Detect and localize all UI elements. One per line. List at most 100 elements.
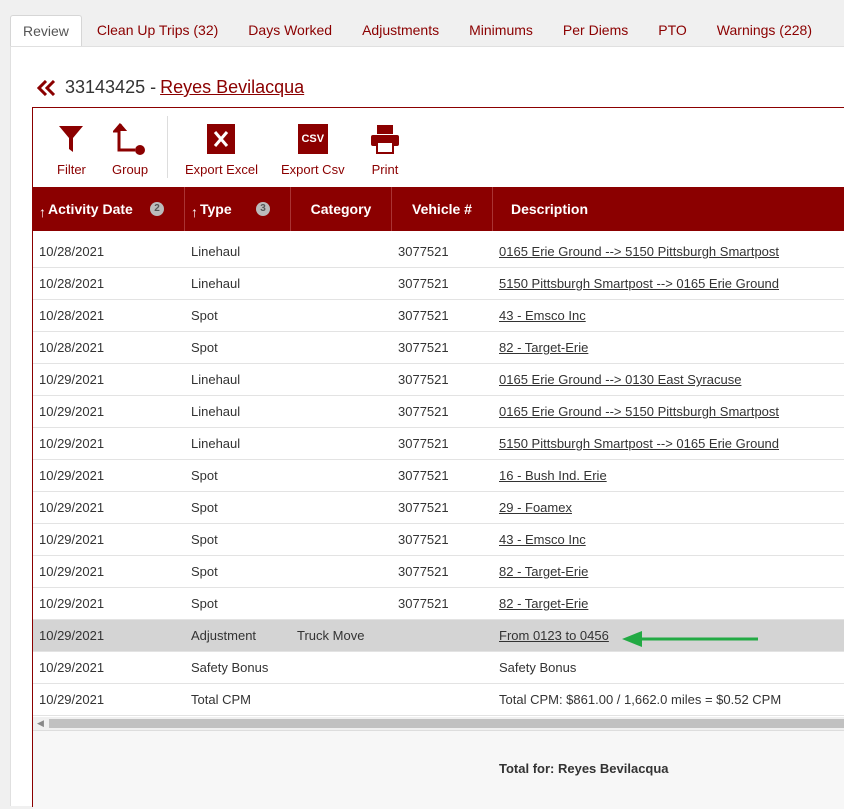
cell-vehicle: 3077521 (398, 532, 449, 547)
cell-activity-date: 10/29/2021 (39, 436, 105, 451)
tab-review[interactable]: Review (10, 15, 82, 46)
cell-description-link[interactable]: 82 - Target-Erie (499, 332, 588, 363)
employee-name-link[interactable]: Reyes Bevilacqua (160, 77, 304, 98)
tab-clean-up-trips[interactable]: Clean Up Trips (32) (82, 15, 233, 46)
cell-vehicle: 3077521 (398, 404, 449, 419)
scrollbar-thumb[interactable] (49, 719, 844, 728)
col-type-label: Type (200, 201, 232, 217)
col-category[interactable]: Category (291, 187, 392, 231)
cell-activity-date: 10/29/2021 (39, 532, 105, 547)
print-button[interactable]: Print (370, 122, 400, 177)
filter-label: Filter (57, 162, 86, 177)
group-button[interactable]: Group (112, 122, 148, 177)
cell-activity-date: 10/29/2021 (39, 660, 105, 675)
cell-type: Spot (191, 564, 218, 579)
annotation-arrow-icon (622, 631, 758, 647)
page-title: 33143425 - Reyes Bevilacqua (37, 77, 304, 98)
cell-description-link[interactable]: 29 - Foamex (499, 492, 572, 523)
table-row[interactable]: 10/29/2021 Spot 3077521 43 - Emsco Inc (33, 524, 844, 556)
back-chevrons-icon[interactable] (37, 79, 57, 96)
cell-activity-date: 10/28/2021 (39, 276, 105, 291)
cell-vehicle: 3077521 (398, 468, 449, 483)
table-row[interactable]: 10/29/2021 Linehaul 3077521 0165 Erie Groun… (33, 364, 844, 396)
cell-description-link[interactable]: 0165 Erie Ground --> 0130 East Syracuse (499, 364, 741, 395)
sort-asc-icon: ↑ (191, 204, 198, 220)
tab-bar: Review Clean Up Trips (32) Days Worked A… (10, 15, 844, 46)
csv-icon-text: CSV (297, 124, 328, 154)
col-activity-date[interactable]: ↑ Activity Date 2 (33, 187, 185, 231)
col-category-label: Category (310, 201, 372, 217)
toolbar-divider (167, 116, 168, 178)
scroll-left-icon[interactable]: ◀ (37, 717, 44, 730)
table-row[interactable]: 10/28/2021 Spot 3077521 43 - Emsco Inc (33, 300, 844, 332)
activity-grid: Filter Group Export Excel CSV Export Csv (32, 107, 844, 809)
tab-pto[interactable]: PTO (643, 15, 702, 46)
table-row[interactable]: 10/29/2021 Spot 3077521 82 - Target-Erie (33, 588, 844, 620)
tab-warnings[interactable]: Warnings (228) (702, 15, 827, 46)
export-excel-button[interactable]: Export Excel (185, 122, 258, 177)
table-row[interactable]: 10/29/2021 Safety Bonus Safety Bonus (33, 652, 844, 684)
table-row[interactable]: 10/29/2021 Spot 3077521 16 - Bush Ind. Erie (33, 460, 844, 492)
col-description[interactable]: Description (493, 187, 844, 231)
cell-vehicle: 3077521 (398, 372, 449, 387)
cell-type: Linehaul (191, 404, 241, 419)
filter-button[interactable]: Filter (57, 122, 86, 177)
table-row[interactable]: 10/28/2021 Linehaul 3077521 5150 Pittsburgh… (33, 268, 844, 300)
col-vehicle[interactable]: Vehicle # (392, 187, 493, 231)
cell-type: Spot (191, 340, 218, 355)
table-row[interactable]: 10/28/2021 Spot 3077521 82 - Target-Erie (33, 332, 844, 364)
cell-vehicle: 3077521 (398, 308, 449, 323)
cell-description-link[interactable]: 5150 Pittsburgh Smartpost --> 0165 Erie … (499, 268, 779, 299)
group-label: Group (112, 162, 149, 177)
cell-activity-date: 10/29/2021 (39, 628, 105, 643)
cell-description-link[interactable]: 43 - Emsco Inc (499, 300, 586, 331)
cell-type: Linehaul (191, 276, 241, 291)
cell-description: Total CPM: $861.00 / 1,662.0 miles = $0.… (499, 692, 782, 707)
cell-type: Spot (191, 532, 218, 547)
tab-per-diems[interactable]: Per Diems (548, 15, 643, 46)
cell-vehicle: 3077521 (398, 596, 449, 611)
table-row[interactable]: 10/29/2021 Spot 3077521 29 - Foamex (33, 492, 844, 524)
cell-description-link[interactable]: From 0123 to 0456 (499, 620, 609, 651)
cell-activity-date: 10/29/2021 (39, 692, 105, 707)
cell-description-link[interactable]: 43 - Emsco Inc (499, 524, 586, 555)
cell-activity-date: 10/29/2021 (39, 564, 105, 579)
cell-description-link[interactable]: 5150 Pittsburgh Smartpost --> 0165 Erie … (499, 428, 779, 459)
cell-description-link[interactable]: 82 - Target-Erie (499, 588, 588, 619)
cell-description: Safety Bonus (499, 660, 577, 675)
column-header-row: ↑ Activity Date 2 ↑ Type 3 Category Vehi… (33, 187, 844, 231)
export-csv-button[interactable]: CSV Export Csv (281, 122, 345, 177)
cell-type: Linehaul (191, 244, 241, 259)
cell-activity-date: 10/29/2021 (39, 404, 105, 419)
col-description-label: Description (511, 201, 589, 217)
horizontal-scrollbar[interactable]: ◀ (33, 717, 844, 730)
total-label: Total for: Reyes Bevilacqua (499, 761, 669, 776)
cell-description-link[interactable]: 82 - Target-Erie (499, 556, 588, 587)
table-row[interactable]: 10/29/2021 Linehaul 3077521 0165 Erie Groun… (33, 396, 844, 428)
cell-type: Adjustment (191, 628, 257, 643)
cell-vehicle: 3077521 (398, 436, 449, 451)
cell-category: Truck Move (297, 628, 365, 643)
cell-vehicle: 3077521 (398, 276, 449, 291)
table-row[interactable]: 10/28/2021 Linehaul 3077521 0165 Erie Groun… (33, 236, 844, 268)
col-type[interactable]: ↑ Type 3 (185, 187, 291, 231)
sort-asc-icon: ↑ (39, 204, 46, 220)
cell-type: Linehaul (191, 372, 241, 387)
tab-minimums[interactable]: Minimums (454, 15, 548, 46)
col-vehicle-label: Vehicle # (412, 201, 472, 217)
review-panel: 33143425 - Reyes Bevilacqua Filter Group (10, 46, 844, 809)
table-row[interactable]: 10/29/2021 Spot 3077521 82 - Target-Erie (33, 556, 844, 588)
cell-vehicle: 3077521 (398, 500, 449, 515)
cell-activity-date: 10/28/2021 (39, 340, 105, 355)
tab-adjustments[interactable]: Adjustments (347, 15, 454, 46)
cell-description-link[interactable]: 0165 Erie Ground --> 5150 Pittsburgh Sma… (499, 236, 779, 267)
cell-activity-date: 10/28/2021 (39, 244, 105, 259)
tab-days-worked[interactable]: Days Worked (233, 15, 347, 46)
cell-description-link[interactable]: 0165 Erie Ground --> 5150 Pittsburgh Sma… (499, 396, 779, 427)
employee-id: 33143425 - (65, 77, 157, 97)
cell-type: Total CPM (191, 692, 251, 707)
cell-type: Spot (191, 500, 218, 515)
table-row[interactable]: 10/29/2021 Linehaul 3077521 5150 Pittsburgh… (33, 428, 844, 460)
cell-description-link[interactable]: 16 - Bush Ind. Erie (499, 460, 607, 491)
table-row[interactable]: 10/29/2021 Total CPM Total CPM: $861.00 / … (33, 684, 844, 716)
